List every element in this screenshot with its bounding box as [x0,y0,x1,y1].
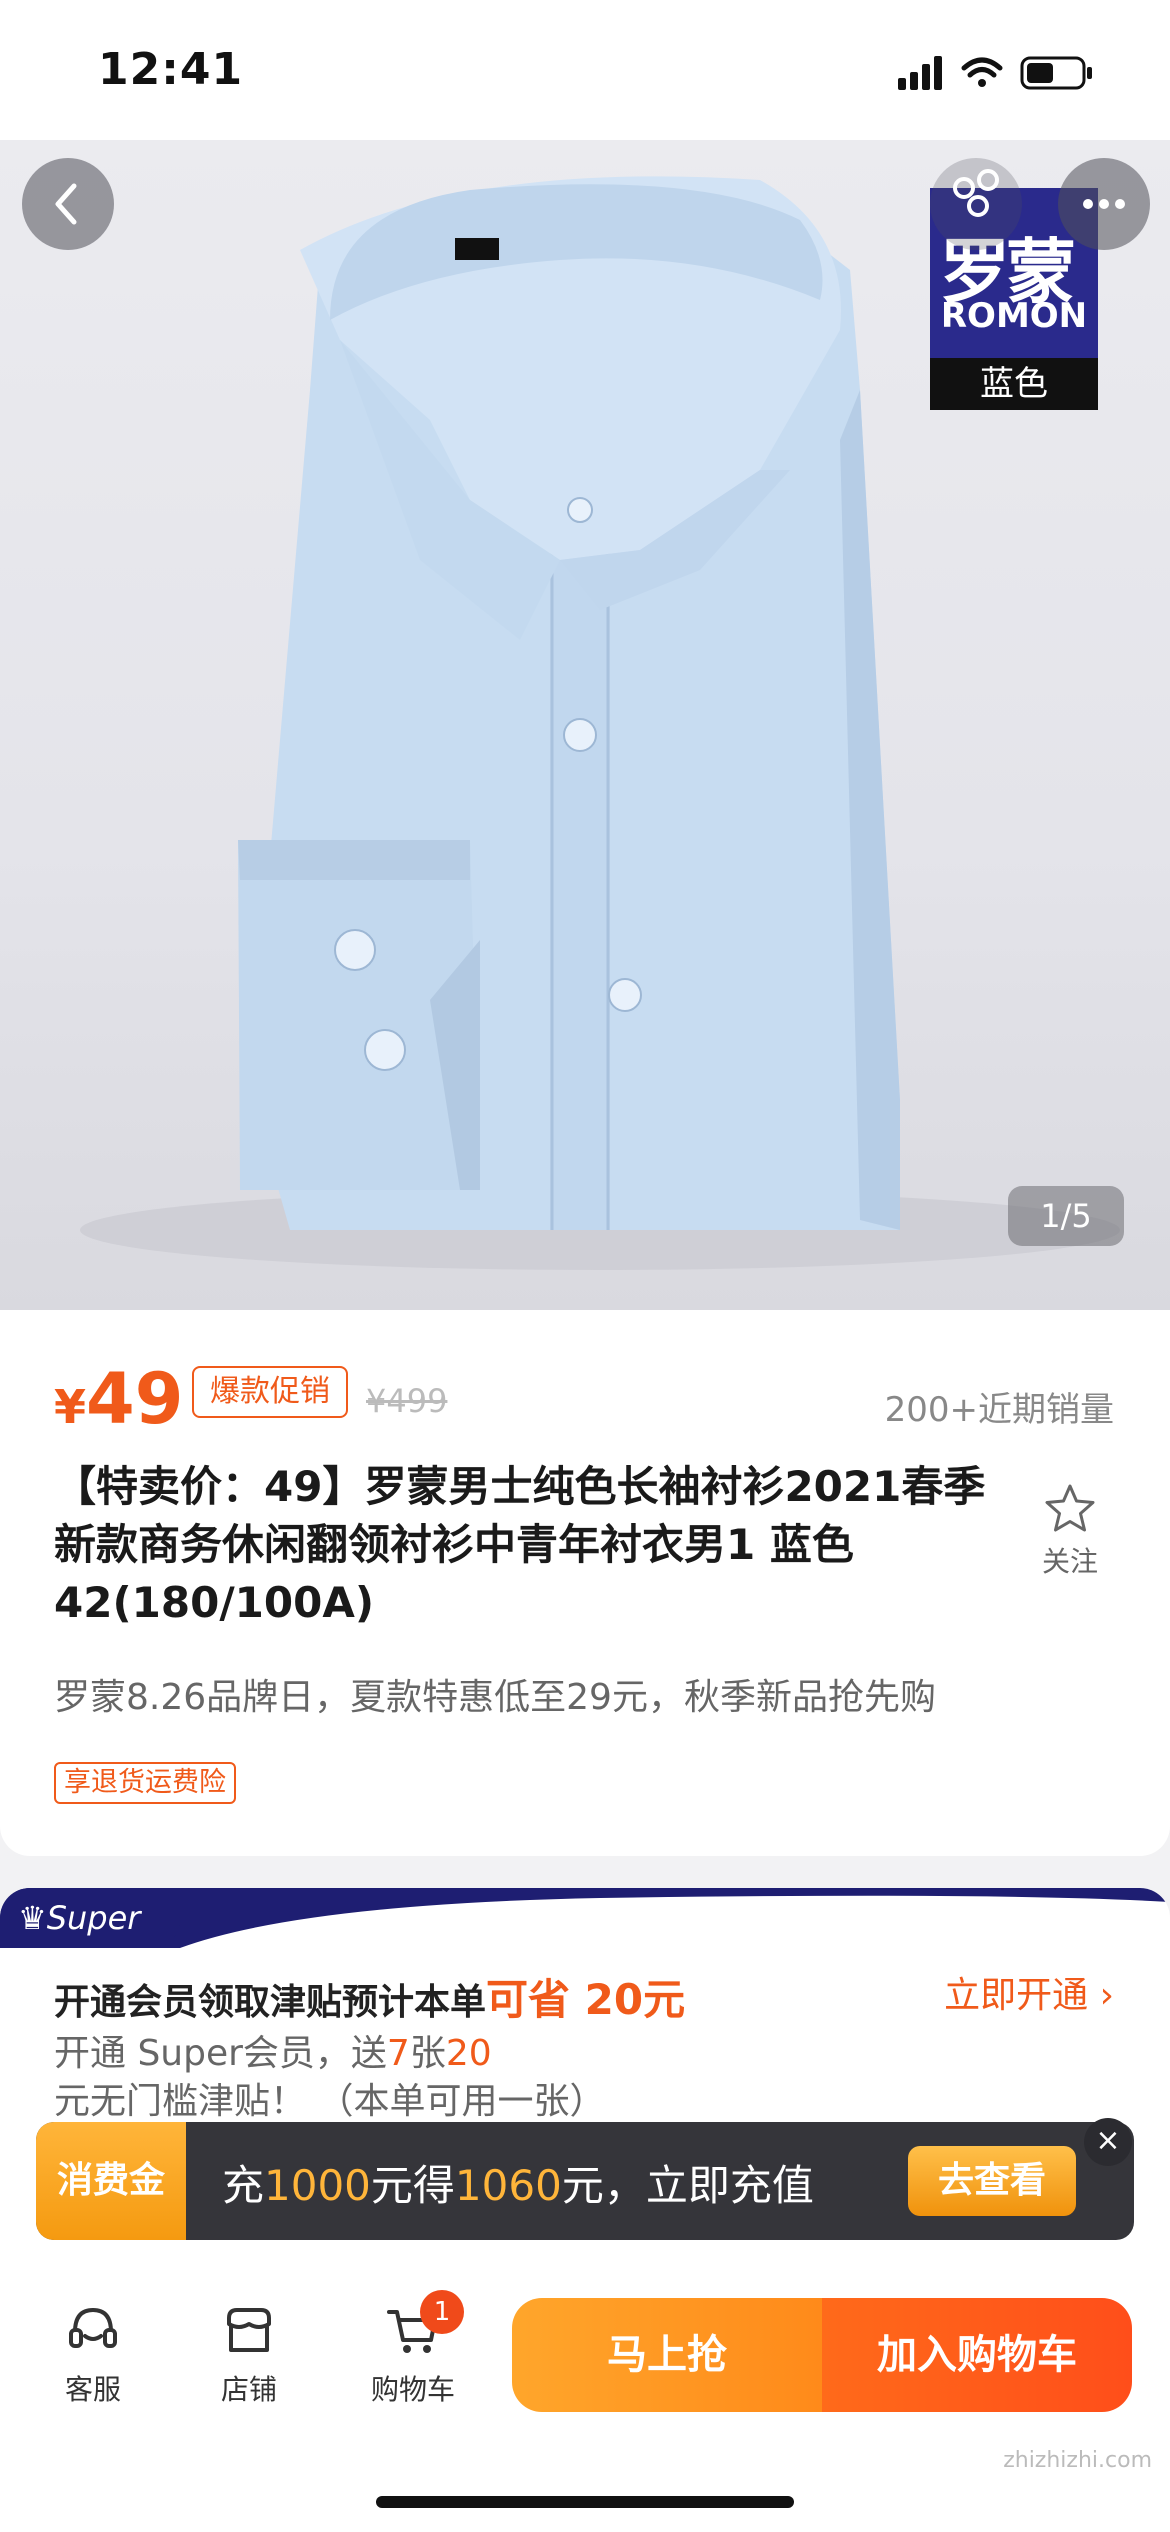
cart-label: 购物车 [370,2373,455,2406]
super-desc-tail: 元无门槛津贴！ （本单可用一张） [54,2081,606,2122]
status-time: 12:41 [98,44,244,95]
status-bar: 12:41 [0,0,1170,140]
image-pager: 1/5 [1008,1186,1124,1246]
shop-label: 店铺 [220,2373,277,2406]
sales-count: 200+近期销量 [884,1390,1114,1430]
crown-icon: ♛ [18,1899,47,1937]
super-badge-label: Super [46,1899,141,1937]
recharge-mid: 元得 [370,2161,455,2210]
super-desc-unit: 张 [409,2033,446,2074]
super-title: 开通会员领取津贴预计本单可省 20元 [54,1966,685,2027]
product-title: 【特卖价：49】罗蒙男士纯色长袖衬衫2021春季新款商务休闲翻领衬衫中青年衬衣男… [54,1462,986,1627]
battery-icon [1020,56,1092,90]
view-button[interactable]: 去查看 [908,2146,1076,2216]
cart-button[interactable]: 1 购物车 [358,2290,468,2408]
back-button[interactable] [22,158,114,250]
more-icon [1083,199,1125,209]
home-indicator[interactable] [376,2496,794,2508]
insurance-badge: 享退货运费险 [54,1762,236,1804]
hot-sale-badge: 爆款促销 [192,1366,348,1418]
currency-symbol: ¥ [54,1380,87,1434]
hidden-row [0,2240,1170,2276]
follow-label: 关注 [1041,1545,1098,1578]
coupon-count: 7 [386,2033,410,2074]
wifi-icon [961,57,1003,87]
share-icon [953,169,999,217]
buy-now-button[interactable]: 马上抢 [512,2298,822,2412]
recharge-gain: 1060 [454,2161,562,2210]
recharge-suffix: 元，立即充值 [561,2161,814,2210]
watermark: zhizhizhi.com [1003,2448,1152,2473]
color-label: 蓝色 [930,358,1098,410]
price: ¥49 [54,1358,183,1440]
share-button[interactable] [930,158,1022,250]
headset-icon [69,2307,117,2348]
promo-text: 罗蒙8.26品牌日，夏款特惠低至29元，秋季新品抢先购 [54,1677,936,1718]
coupon-value: 20 [445,2033,492,2074]
brand-name-en: ROMON [940,296,1088,336]
recharge-banner[interactable]: 消费金 充1000元得1060元，立即充值 去查看 × [36,2118,1134,2240]
add-to-cart-button[interactable]: 加入购物车 [822,2298,1132,2412]
chevron-left-icon [55,183,77,225]
status-icons [894,52,1114,92]
bottom-action-bar: 客服 店铺 1 购物车 马上抢 加入购物车 [0,2276,1170,2532]
service-label: 客服 [64,2373,121,2406]
customer-service-button[interactable]: 客服 [38,2302,148,2408]
original-price: ¥499 [366,1382,448,1420]
super-title-prefix: 开通会员领取津贴预计本单 [54,1982,487,2023]
price-value: 49 [86,1358,184,1440]
super-description: 开通 Super会员，送7张20 元无门槛津贴！ （本单可用一张） [54,2030,1034,2126]
cart-count-badge: 1 [420,2290,464,2334]
shop-icon [227,2308,271,2352]
signal-icon [898,56,942,90]
super-badge: ♛Super [0,1888,180,1948]
follow-button[interactable]: 关注 [1030,1482,1110,1580]
open-super-link[interactable]: 立即开通 › [944,1966,1114,2018]
product-image-carousel[interactable]: 罗蒙 ROMON 蓝色 1/5 [0,140,1170,1310]
consumption-gold-tag: 消费金 [36,2122,186,2240]
recharge-amount: 1000 [264,2161,371,2210]
close-icon[interactable]: × [1084,2118,1132,2166]
recharge-prefix: 充 [222,2161,265,2210]
more-button[interactable] [1058,158,1150,250]
star-icon [1045,1484,1095,1532]
super-desc-text: 开通 Super会员，送 [54,2033,387,2074]
product-info-card: ¥49 爆款促销 ¥499 200+近期销量 【特卖价：49】罗蒙男士纯色长袖衬… [0,1310,1170,1856]
super-saving: 可省 20元 [486,1975,686,2024]
recharge-text: 充1000元得1060元，立即充值 [222,2152,814,2213]
shop-button[interactable]: 店铺 [194,2302,304,2408]
